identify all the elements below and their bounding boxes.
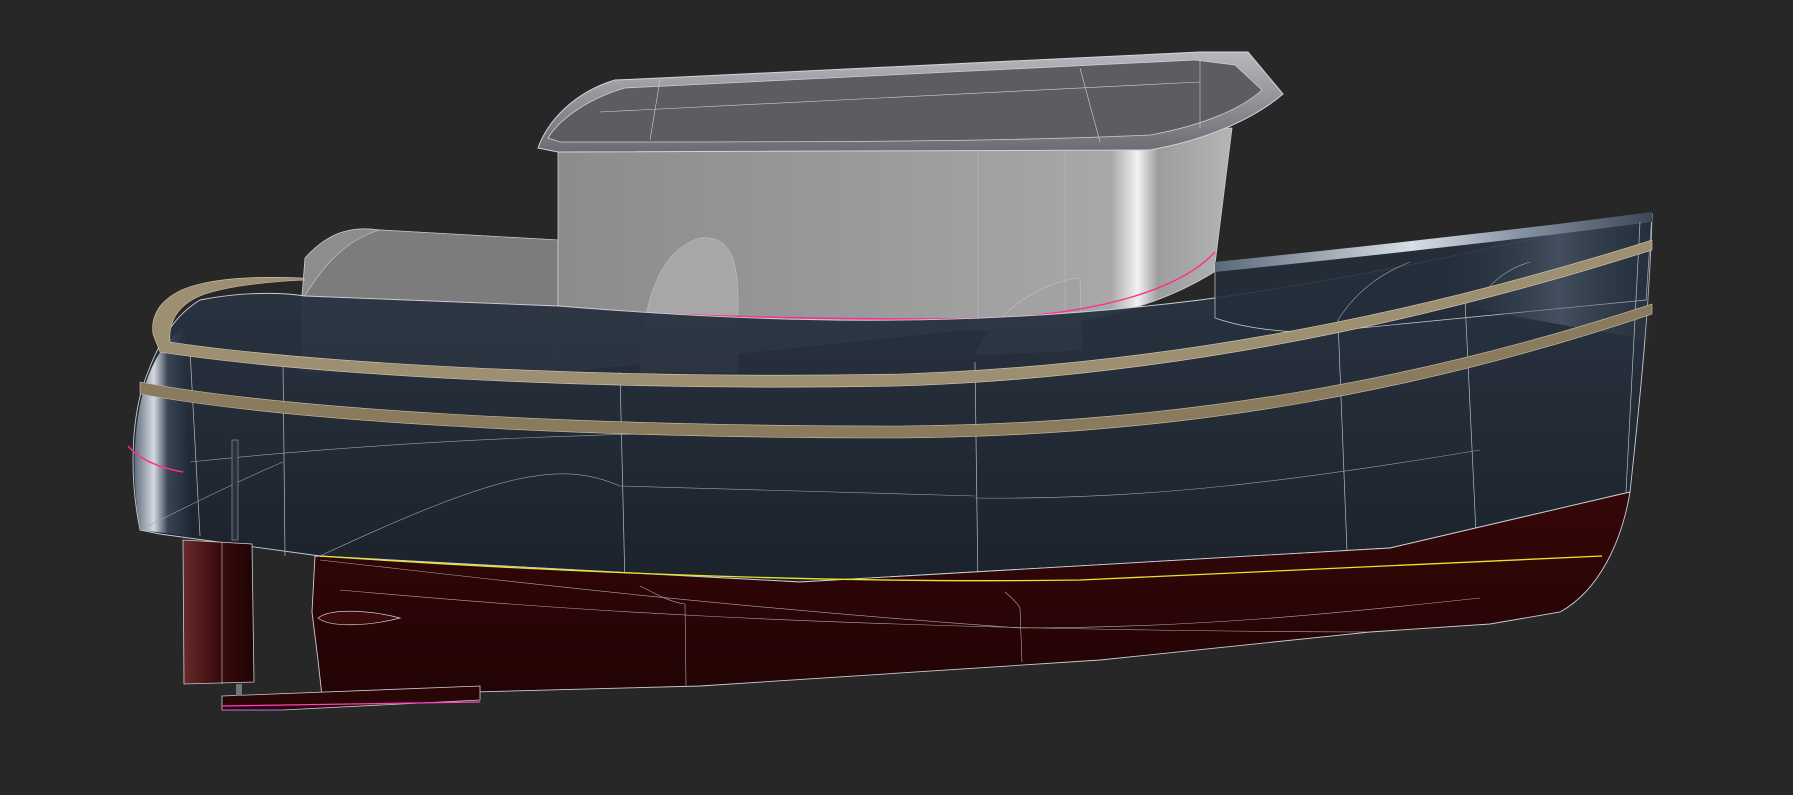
3d-viewport[interactable] bbox=[0, 0, 1793, 795]
rudder-stock bbox=[231, 439, 239, 541]
stern-highlight bbox=[134, 326, 190, 536]
wheelhouse-roof bbox=[537, 51, 1284, 153]
boat-model bbox=[127, 51, 1653, 711]
